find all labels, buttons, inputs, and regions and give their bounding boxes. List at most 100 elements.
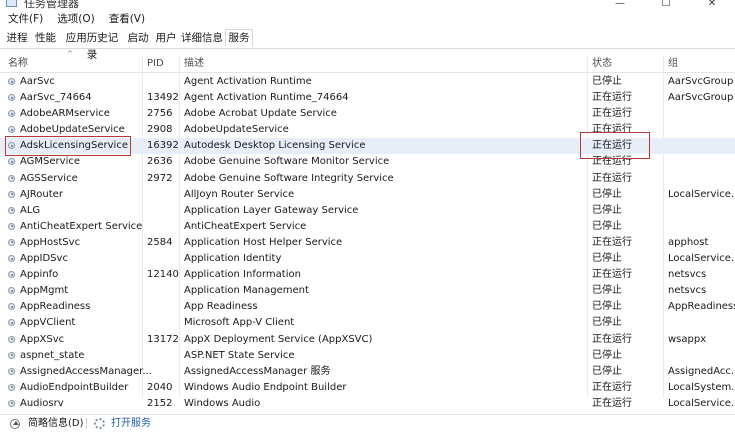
tab-performance[interactable]: 性能 — [32, 30, 59, 47]
service-status: 正在运行 — [592, 269, 632, 281]
collapse-up-icon[interactable] — [10, 419, 20, 429]
table-row[interactable]: AssignedAccessManager... AssignedAccessMa… — [0, 364, 735, 380]
table-row[interactable]: AJRouter AllJoyn Router Service 已停止 LocalSe… — [0, 187, 735, 203]
service-status: 正在运行 — [592, 172, 632, 184]
service-pid: 2636 — [147, 156, 173, 168]
service-description: Application Management — [184, 285, 309, 297]
service-status: 已停止 — [592, 285, 622, 297]
table-row[interactable]: AntiCheatExpert Service AntiCheatExpert S… — [0, 219, 735, 235]
service-description: Autodesk Desktop Licensing Service — [184, 140, 366, 152]
maximize-icon[interactable]: ☐ — [643, 0, 689, 10]
tab-app-history[interactable]: 应用历史记录 — [61, 30, 123, 61]
close-icon[interactable]: ✕ — [689, 0, 735, 10]
service-name: AppHostSvc — [20, 236, 81, 248]
service-description: Application Information — [184, 269, 301, 281]
minimize-icon[interactable]: — — [597, 0, 643, 10]
service-pid: 2756 — [147, 108, 173, 120]
table-row[interactable]: AGSService 2972 Adobe Genuine Software Int… — [0, 171, 735, 187]
footer-divider — [86, 418, 87, 429]
service-icon — [7, 174, 17, 184]
menu-view[interactable]: 查看(V) — [101, 10, 151, 28]
service-name: AntiCheatExpert Service — [20, 220, 143, 232]
service-name: AarSvc_74664 — [20, 92, 92, 104]
service-group: LocalService... — [668, 253, 735, 265]
service-group: AarSvcGroup — [668, 92, 734, 104]
service-pid: 2908 — [147, 124, 173, 136]
column-group[interactable]: 组 — [664, 56, 735, 72]
service-description: AssignedAccessManager 服务 — [184, 365, 331, 377]
menu-bar: 文件(F) 选项(O) 查看(V) — [0, 10, 735, 28]
services-gear-icon — [94, 418, 105, 429]
service-pid: 2972 — [147, 172, 173, 184]
service-name: Appinfo — [20, 269, 59, 281]
service-icon — [7, 238, 17, 248]
table-row[interactable]: AppIDSvc Application Identity 已停止 LocalServ… — [0, 251, 735, 267]
service-description: Application Identity — [184, 253, 282, 265]
service-pid: 13172 — [147, 333, 179, 345]
table-row[interactable]: AudioEndpointBuilder 2040 Windows Audio En… — [0, 380, 735, 396]
table-row[interactable]: aspnet_state ASP.NET State Service 已停止 — [0, 348, 735, 364]
column-header-row: 名称 PID 描述 状态 组 — [0, 56, 735, 398]
table-row[interactable]: AppVClient Microsoft App-V Client 已停止 — [0, 315, 735, 331]
service-pid: 2152 — [147, 397, 173, 409]
tab-processes[interactable]: 进程 — [4, 30, 30, 47]
column-pid[interactable]: PID — [143, 56, 179, 72]
tab-users[interactable]: 用户 — [153, 30, 179, 47]
service-description: Windows Audio Endpoint Builder — [184, 381, 347, 393]
table-row[interactable]: AppReadiness App Readiness 已停止 AppReadiness — [0, 299, 735, 315]
tab-services[interactable]: 服务 — [225, 29, 253, 47]
service-status: 已停止 — [592, 188, 622, 200]
column-description[interactable]: 描述 — [180, 56, 586, 72]
service-status: 已停止 — [592, 349, 622, 361]
tab-details[interactable]: 详细信息 — [180, 30, 224, 47]
table-row[interactable]: AarSvc Agent Activation Runtime 已停止 AarSvcG… — [0, 74, 735, 90]
table-row[interactable]: AppMgmt Application Management 已停止 netsvcs — [0, 283, 735, 299]
service-name: AppMgmt — [20, 285, 69, 297]
service-name: AGMService — [20, 156, 80, 168]
service-name: Audiosrv — [20, 397, 64, 409]
service-name: AJRouter — [20, 188, 63, 200]
service-group: AppReadiness — [668, 301, 735, 313]
service-name: AppXSvc — [20, 333, 65, 345]
status-bar: 简略信息(D) 打开服务 — [0, 414, 735, 432]
service-icon — [7, 270, 17, 280]
table-row[interactable]: AppXSvc 13172 AppX Deployment Service (App… — [0, 332, 735, 348]
service-status: 已停止 — [592, 76, 622, 87]
table-row[interactable]: Audiosrv 2152 Windows Audio 正在运行 LocalServic… — [0, 396, 735, 412]
table-row[interactable]: AarSvc_74664 13492 Agent Activation Runtim… — [0, 90, 735, 106]
service-name: ALG — [20, 204, 41, 216]
service-name: AppReadiness — [20, 301, 91, 313]
service-name: AarSvc — [20, 76, 55, 87]
service-status: 已停止 — [592, 204, 622, 216]
open-services-link[interactable]: 打开服务 — [111, 416, 151, 431]
service-name: AssignedAccessManager... — [20, 365, 152, 377]
column-status[interactable]: 状态 — [588, 56, 662, 72]
menu-options[interactable]: 选项(O) — [49, 10, 100, 28]
tab-startup[interactable]: 启动 — [125, 30, 151, 47]
menu-file[interactable]: 文件(F) — [0, 10, 49, 28]
table-row[interactable]: ALG Application Layer Gateway Service 已停止 — [0, 203, 735, 219]
service-icon — [7, 77, 17, 87]
service-group: AarSvcGroup — [668, 76, 734, 87]
service-description: Agent Activation Runtime_74664 — [184, 92, 349, 104]
less-details-button[interactable]: 简略信息(D) — [28, 416, 84, 431]
service-group: AssignedAcc... — [668, 365, 735, 377]
service-name: AGSService — [20, 172, 78, 184]
service-icon — [7, 190, 17, 200]
title-bar: 任务管理器 — ☐ ✕ — [0, 0, 735, 10]
table-row[interactable]: Appinfo 12140 Application Information 正在运行 n… — [0, 267, 735, 283]
service-status: 已停止 — [592, 301, 622, 313]
service-description: ASP.NET State Service — [184, 349, 295, 361]
services-list: AarSvc Agent Activation Runtime 已停止 AarSvcG… — [0, 74, 735, 412]
column-name[interactable]: 名称 — [4, 56, 142, 72]
table-row[interactable]: AppHostSvc 2584 Application Host Helper Se… — [0, 235, 735, 251]
service-description: Agent Activation Runtime — [184, 76, 312, 87]
service-group: wsappx — [668, 333, 707, 345]
table-row[interactable]: AdobeARMservice 2756 Adobe Acrobat Update … — [0, 106, 735, 122]
service-group: netsvcs — [668, 285, 707, 297]
service-icon — [7, 206, 17, 216]
service-description: AppX Deployment Service (AppXSVC) — [184, 333, 373, 345]
service-pid: 13492 — [147, 92, 179, 104]
service-status: 正在运行 — [592, 92, 632, 104]
service-icon — [7, 109, 17, 119]
